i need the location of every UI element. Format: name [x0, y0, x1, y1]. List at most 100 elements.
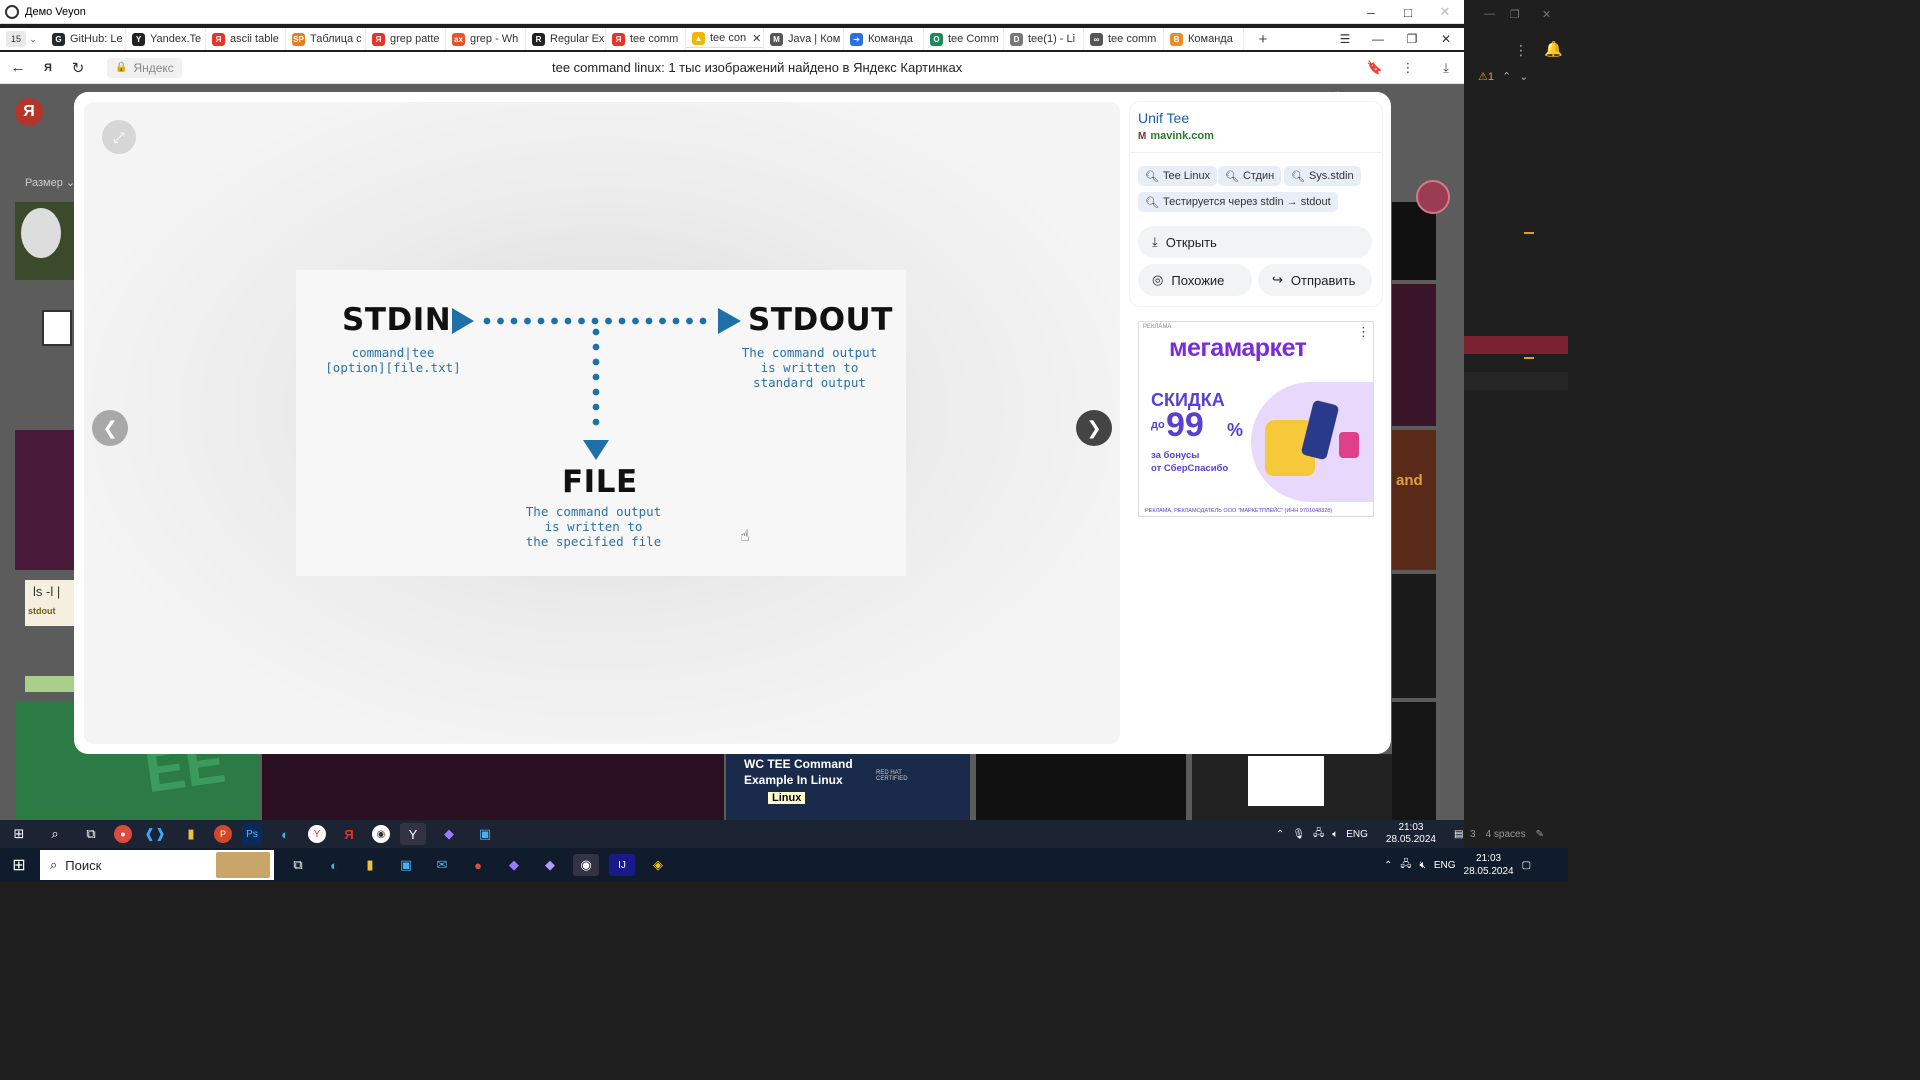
tab-menu-icon[interactable]: ☰ [1328, 28, 1362, 50]
reload-button[interactable]: ↻ [63, 53, 93, 83]
more-menu-icon[interactable]: ⋮ [1394, 52, 1422, 84]
app-diamond-icon[interactable]: ◈ [645, 854, 671, 876]
clock[interactable]: 21:03 28.05.2024 [1386, 822, 1436, 846]
remote-close-icon[interactable]: ✕ [1542, 8, 1551, 21]
chrome-icon[interactable]: ● [465, 854, 491, 876]
yandex-logo[interactable]: Я [15, 98, 43, 126]
app-icon[interactable]: ◆ [537, 854, 563, 876]
browser-tab[interactable]: M Java | Ком [764, 28, 844, 50]
url-field[interactable]: 🔒 Яндекс [107, 57, 182, 78]
tab-list-chevron-icon[interactable]: ⌄ [26, 34, 40, 45]
browser-tab[interactable]: R Regular Ex [526, 28, 606, 50]
remote-warning[interactable]: ⚠1 ⌃ ⌄ [1478, 70, 1528, 83]
remote-restore-icon[interactable]: ❐ [1510, 8, 1520, 21]
ad-menu-icon[interactable]: ⋮ [1357, 324, 1370, 340]
yandex-button[interactable]: Я [33, 53, 63, 83]
network-icon[interactable]: 🖧 [1400, 857, 1411, 874]
tag-chip[interactable]: 🔍︎ Sys.stdin [1284, 166, 1361, 186]
veyon-icon[interactable]: ◉ [573, 854, 599, 876]
thumbnail[interactable] [262, 754, 724, 820]
browser-tab[interactable]: ▲ tee con ✕ [686, 28, 764, 50]
thumbnail[interactable] [15, 430, 75, 570]
thumbnail[interactable] [1392, 574, 1436, 698]
visual-studio-icon[interactable]: ◆ [501, 854, 527, 876]
thumbnail[interactable] [15, 202, 75, 280]
tray-expand-icon[interactable]: ⌃ [1276, 829, 1284, 840]
thumbnail[interactable] [1392, 284, 1436, 426]
task-view-icon[interactable]: ⧉ [78, 823, 104, 845]
yandex-icon[interactable]: Я [336, 823, 362, 845]
edge-icon[interactable]: ◐ [272, 823, 298, 845]
yandex-browser-icon[interactable]: Y [308, 825, 326, 843]
browser-tab[interactable]: Otee Comm [924, 28, 1004, 50]
back-button[interactable]: ← [3, 53, 33, 83]
indent-status[interactable]: 4 spaces [1486, 829, 1526, 840]
advertisement-banner[interactable]: РЕКЛАМА ⋮ мегамаркет СКИДКА до 99 % за б… [1138, 321, 1374, 517]
notifications-icon[interactable]: ▢ [1522, 860, 1531, 871]
notification-bell-icon[interactable]: 🔔 [1544, 40, 1563, 58]
vscode-icon[interactable]: ❰❱ [142, 823, 168, 845]
volume-muted-icon[interactable]: 🔇︎ [1420, 860, 1426, 871]
yandex-browser-active-icon[interactable]: Y [400, 823, 426, 845]
browser-tab[interactable]: SP Таблица с [286, 28, 366, 50]
thumbnail[interactable]: ls -l | stdout [25, 580, 75, 626]
powerpoint-icon[interactable]: P [214, 825, 232, 843]
tag-chip[interactable]: 🔍︎ Tee Linux [1138, 166, 1218, 186]
browser-tab[interactable]: Y Yandex.Te [126, 28, 206, 50]
browser-tab[interactable]: ∞ tee comm [1084, 28, 1164, 50]
browser-tab[interactable]: Яgrep patte [366, 28, 446, 50]
volume-icon[interactable]: 🔈︎ [1332, 829, 1338, 840]
previous-image-button[interactable]: ❮ [92, 410, 128, 446]
microphone-icon[interactable]: 🎙︎ [1292, 829, 1305, 840]
thumbnail[interactable]: WC TEE Command Example In Linux Linux RE… [726, 754, 970, 820]
store-icon[interactable]: ▣ [393, 854, 419, 876]
tee-diagram-image[interactable]: STDIN STDOUT FILE command|tee [option][f… [296, 270, 906, 576]
tag-chip[interactable]: 🔍︎ Стдин [1218, 166, 1282, 186]
app-icon[interactable]: ◆ [436, 823, 462, 845]
start-windows-icon[interactable]: ⊞ [6, 823, 32, 845]
browser-minimize-button[interactable]: — [1361, 28, 1395, 50]
browser-close-button[interactable]: ✕ [1429, 28, 1463, 50]
veyon-icon[interactable]: ◉ [372, 825, 390, 843]
download-icon[interactable]: ⤓ [1432, 52, 1460, 84]
bookmark-icon[interactable]: 🔖 [1361, 52, 1389, 84]
taskbar-search[interactable]: ⌕ Поиск [40, 850, 274, 880]
thumbnail[interactable] [25, 676, 75, 692]
network-icon[interactable]: 🖧 [1313, 826, 1324, 843]
thumbnail[interactable] [1392, 702, 1436, 820]
jetbrains-icon[interactable]: IJ [609, 854, 635, 876]
source-title[interactable]: Unif Tee [1138, 110, 1189, 126]
browser-tab[interactable]: Яtee comm [606, 28, 686, 50]
thumbnail[interactable] [976, 754, 1186, 820]
task-view-icon[interactable]: ⧉ [285, 854, 311, 876]
browser-tab[interactable]: ax grep - Wh [446, 28, 526, 50]
tab-close-icon[interactable]: ✕ [752, 32, 761, 45]
thumbnail[interactable]: and [1392, 430, 1436, 570]
browser-tab[interactable]: G GitHub: Le [46, 28, 126, 50]
size-filter[interactable]: Размер ⌄ [25, 176, 75, 189]
tray-expand-icon[interactable]: ⌃ [1384, 860, 1392, 871]
clock[interactable]: 21:03 28.05.2024 [1464, 852, 1514, 878]
remote-minimize-icon[interactable]: — [1484, 8, 1495, 20]
send-button[interactable]: ↪ Отправить [1258, 264, 1372, 296]
feedback-icon[interactable]: ✎ [1536, 829, 1544, 840]
thumbnail[interactable] [42, 310, 72, 346]
browser-tab[interactable]: Яascii table [206, 28, 286, 50]
language-indicator[interactable]: ENG [1346, 829, 1368, 840]
next-image-button[interactable]: ❯ [1076, 410, 1112, 446]
remote-more-icon[interactable]: ⋮ [1514, 42, 1528, 59]
user-avatar[interactable] [1416, 180, 1450, 214]
browser-restore-button[interactable]: ❐ [1395, 28, 1429, 50]
chrome-icon[interactable]: ● [114, 825, 132, 843]
browser-tab[interactable]: ➜ Команда [844, 28, 924, 50]
expand-icon[interactable]: ⤢ [102, 120, 136, 154]
search-icon[interactable]: ⌕ [42, 823, 68, 845]
maximize-button[interactable]: □ [1389, 0, 1427, 24]
open-button[interactable]: ⤓ Открыть [1138, 226, 1372, 258]
browser-tab[interactable]: B Команда [1164, 28, 1244, 50]
tab-count[interactable]: 15 [6, 31, 26, 47]
similar-button[interactable]: ◎ Похожие [1138, 264, 1252, 296]
app-window-icon[interactable]: ▣ [472, 823, 498, 845]
tag-chip[interactable]: 🔍︎ Тестируется через stdin → stdout [1138, 192, 1338, 212]
language-indicator[interactable]: ENG [1434, 860, 1456, 871]
